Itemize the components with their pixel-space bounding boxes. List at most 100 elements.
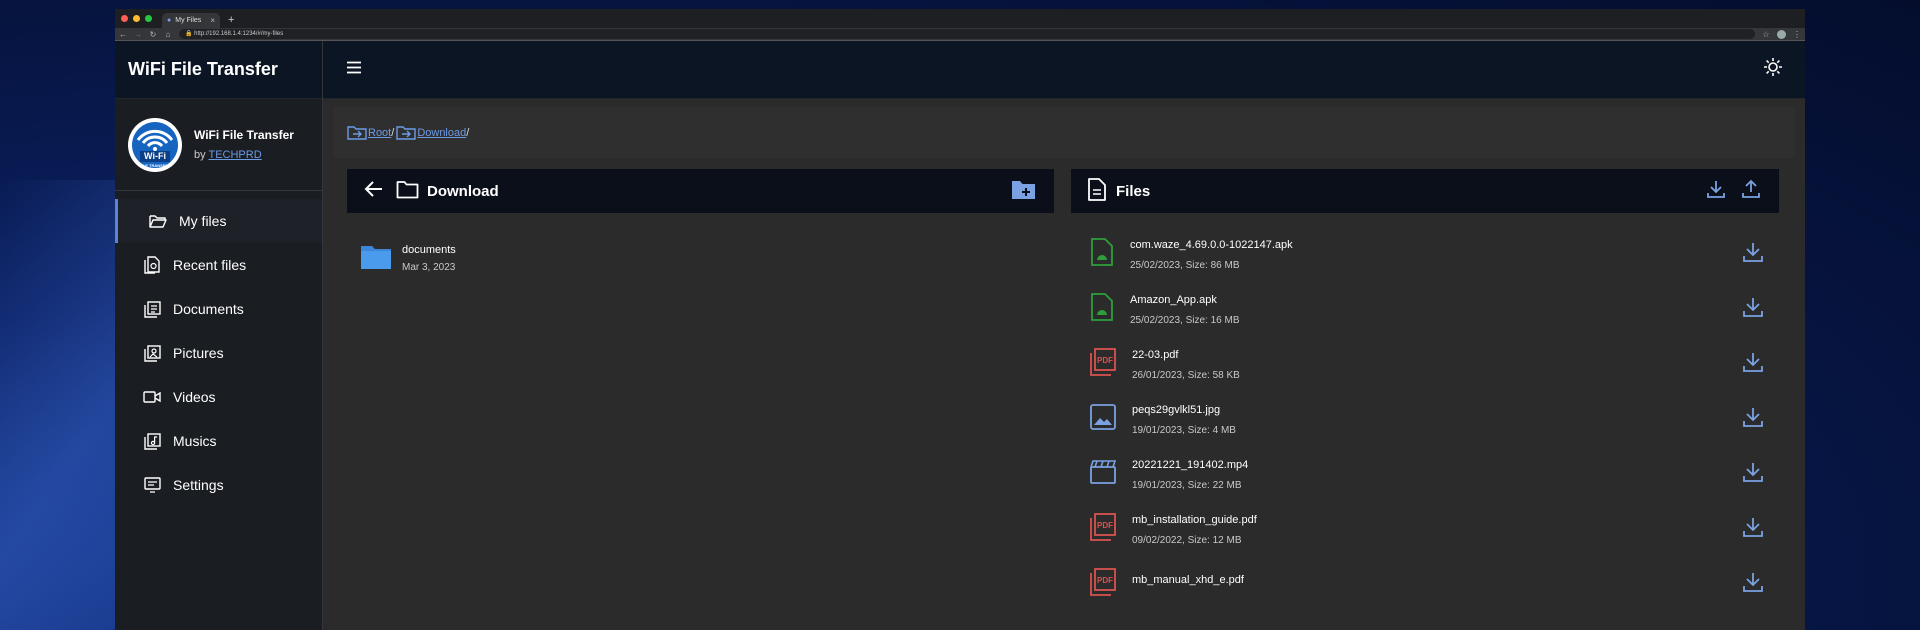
create-folder-icon[interactable]: [1011, 178, 1036, 204]
breadcrumb-link[interactable]: Root: [368, 127, 391, 139]
apk-file-icon: [1090, 293, 1114, 326]
file-info: mb_manual_xhd_e.pdf: [1132, 574, 1726, 595]
profile-info: WiFi File Transfer by TECHPRD: [194, 128, 294, 161]
breadcrumb-item-root[interactable]: Root /: [347, 125, 394, 140]
back-icon[interactable]: ←: [119, 30, 127, 39]
folder-arrow-icon: [347, 126, 367, 140]
video-file-icon: [1090, 460, 1117, 489]
download-icon[interactable]: [1742, 296, 1764, 323]
back-arrow-icon[interactable]: [364, 180, 384, 202]
download-icon[interactable]: [1742, 241, 1764, 268]
sidebar-item-my-files[interactable]: My files: [115, 199, 322, 243]
files-panel-title: Files: [1116, 182, 1151, 200]
close-window-button[interactable]: [121, 15, 128, 22]
download-icon[interactable]: [1742, 516, 1764, 543]
sidebar-item-recent-files[interactable]: Recent files: [115, 243, 322, 287]
download-all-icon[interactable]: [1706, 179, 1726, 203]
url-field[interactable]: 🔒 http://192.168.1.4:1234/#/my-files: [179, 29, 1755, 39]
download-icon[interactable]: [1742, 571, 1764, 598]
sidebar-item-documents[interactable]: Documents: [115, 287, 322, 331]
file-info: 22-03.pdf 26/01/2023, Size: 58 KB: [1132, 349, 1726, 381]
folder-name: documents: [402, 244, 456, 256]
main-content: Root / Download / Download documents Mar…: [323, 41, 1805, 630]
folder-arrow-icon: [396, 126, 417, 140]
breadcrumb-separator: /: [391, 126, 395, 139]
window-controls: [121, 9, 152, 28]
forward-icon[interactable]: →: [134, 30, 142, 39]
file-meta: 25/02/2023, Size: 86 MB: [1130, 259, 1240, 271]
svg-text:PDF: PDF: [1097, 576, 1113, 585]
sidebar-item-videos[interactable]: Videos: [115, 375, 322, 419]
close-tab-icon[interactable]: ×: [210, 16, 215, 25]
table-row[interactable]: 20221221_191402.mp4 19/01/2023, Size: 22…: [1071, 447, 1779, 502]
profile-name: WiFi File Transfer: [194, 128, 294, 142]
file-info: com.waze_4.69.0.0-1022147.apk 25/02/2023…: [1130, 239, 1726, 271]
download-icon[interactable]: [1742, 461, 1764, 488]
table-row[interactable]: Amazon_App.apk 25/02/2023, Size: 16 MB: [1071, 282, 1779, 337]
pictures-icon: [143, 344, 161, 362]
files-panel-header: Files: [1071, 169, 1779, 213]
sidebar-item-settings[interactable]: Settings: [115, 463, 322, 507]
folder-date: Mar 3, 2023: [402, 262, 456, 273]
sidebar-item-label: Pictures: [173, 345, 224, 361]
hamburger-menu-icon[interactable]: [346, 61, 362, 79]
file-name: mb_installation_guide.pdf: [1132, 513, 1257, 526]
file-meta: 19/01/2023, Size: 4 MB: [1132, 424, 1236, 436]
table-row[interactable]: PDF 22-03.pdf 26/01/2023, Size: 58 KB: [1071, 337, 1779, 392]
browser-profile-avatar[interactable]: [1777, 29, 1786, 39]
theme-toggle-sun-icon[interactable]: [1763, 57, 1783, 82]
files-panel: Files com.waze_4.69.0.0-1022147.apk 25/0…: [1071, 169, 1779, 612]
file-info: mb_installation_guide.pdf 09/02/2022, Si…: [1132, 514, 1726, 546]
browser-window: ● My Files × + ← → ↻ ⌂ 🔒 http://192.168.…: [115, 9, 1805, 630]
sidebar-item-label: Settings: [173, 477, 224, 493]
sidebar-item-label: My files: [179, 213, 227, 229]
file-info: Amazon_App.apk 25/02/2023, Size: 16 MB: [1130, 294, 1726, 326]
table-row[interactable]: com.waze_4.69.0.0-1022147.apk 25/02/2023…: [1071, 227, 1779, 282]
breadcrumb-link[interactable]: Download: [417, 127, 466, 139]
file-info: peqs29gvlkl51.jpg 19/01/2023, Size: 4 MB: [1132, 404, 1726, 436]
list-item[interactable]: documents Mar 3, 2023: [347, 243, 1054, 274]
sidebar-item-musics[interactable]: Musics: [115, 419, 322, 463]
app-brand: WiFi File Transfer: [115, 41, 322, 99]
video-camera-icon: [143, 388, 161, 406]
minimize-window-button[interactable]: [133, 15, 140, 22]
documents-icon: [143, 300, 161, 318]
folder-icon: [361, 243, 391, 274]
file-name: Amazon_App.apk: [1130, 293, 1217, 306]
sidebar-item-label: Musics: [173, 433, 217, 449]
pdf-file-icon: PDF: [1090, 568, 1116, 601]
pdf-file-icon: PDF: [1090, 513, 1116, 546]
folders-panel: Download documents Mar 3, 2023: [347, 169, 1054, 274]
table-row[interactable]: peqs29gvlkl51.jpg 19/01/2023, Size: 4 MB: [1071, 392, 1779, 447]
table-row[interactable]: PDF mb_manual_xhd_e.pdf: [1071, 557, 1779, 612]
breadcrumb-item-download[interactable]: Download /: [396, 125, 469, 140]
profile-card: Wi-Fi FILE TRANSFER WiFi File Transfer b…: [115, 99, 322, 191]
url-text: http://192.168.1.4:1234/#/my-files: [194, 31, 284, 37]
download-icon[interactable]: [1742, 406, 1764, 433]
browser-menu-icon[interactable]: ⋮: [1793, 30, 1801, 39]
new-tab-icon[interactable]: +: [228, 13, 234, 28]
download-icon[interactable]: [1742, 351, 1764, 378]
author-link[interactable]: TECHPRD: [208, 149, 261, 161]
file-meta: 26/01/2023, Size: 58 KB: [1132, 369, 1240, 381]
file-name: com.waze_4.69.0.0-1022147.apk: [1130, 238, 1293, 251]
sidebar-item-label: Documents: [173, 301, 244, 317]
profile-author: by TECHPRD: [194, 149, 294, 161]
music-library-icon: [143, 432, 161, 450]
reload-icon[interactable]: ↻: [149, 30, 157, 39]
table-row[interactable]: PDF mb_installation_guide.pdf 09/02/2022…: [1071, 502, 1779, 557]
browser-tab-strip: ● My Files × +: [115, 9, 1805, 28]
settings-icon: [143, 476, 161, 494]
bookmark-star-icon[interactable]: ☆: [1762, 30, 1770, 39]
upload-icon[interactable]: [1741, 179, 1761, 203]
file-name: 22-03.pdf: [1132, 348, 1179, 361]
home-icon[interactable]: ⌂: [164, 30, 172, 39]
by-label: by: [194, 149, 206, 161]
svg-text:PDF: PDF: [1097, 521, 1113, 530]
sidebar-item-pictures[interactable]: Pictures: [115, 331, 322, 375]
maximize-window-button[interactable]: [145, 15, 152, 22]
browser-tab[interactable]: ● My Files ×: [162, 13, 220, 28]
sidebar-nav: My files Recent files Documents Pictures…: [115, 191, 322, 507]
sidebar-item-label: Recent files: [173, 257, 247, 273]
folders-panel-title: Download: [427, 182, 499, 200]
